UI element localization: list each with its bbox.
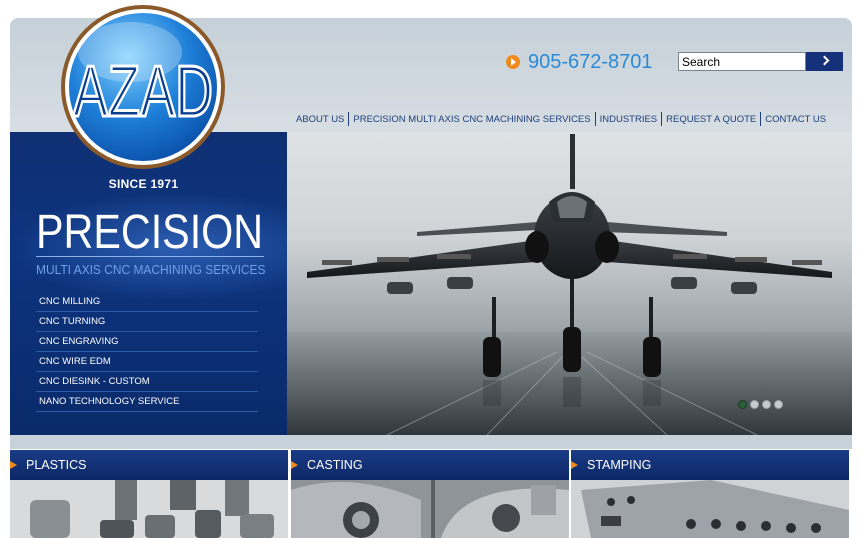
fighter-jet-image — [287, 134, 852, 435]
phone-arrow-icon — [506, 55, 520, 69]
nav-about-us[interactable]: ABOUT US — [296, 114, 348, 125]
stamping-image[interactable] — [571, 480, 849, 538]
category-plastics[interactable]: PLASTICS — [10, 450, 288, 538]
service-link-cnc-wire-edm[interactable]: CNC WIRE EDM — [36, 352, 258, 372]
page: AZAD SINCE 1971 PRECISION MULTI AXIS CNC… — [0, 0, 860, 538]
casting-image[interactable] — [291, 480, 569, 538]
slider-dot-2[interactable] — [750, 400, 759, 409]
category-casting[interactable]: CASTING — [291, 450, 569, 538]
category-label: STAMPING — [587, 458, 652, 472]
plastics-image[interactable] — [10, 480, 288, 538]
slider-dot-1[interactable] — [738, 400, 747, 409]
category-header[interactable]: PLASTICS — [10, 450, 288, 480]
service-link-cnc-turning[interactable]: CNC TURNING — [36, 312, 258, 332]
service-link-cnc-engraving[interactable]: CNC ENGRAVING — [36, 332, 258, 352]
precision-subtitle: MULTI AXIS CNC MACHINING SERVICES — [36, 262, 266, 277]
logo-text: AZAD — [73, 52, 213, 132]
main-nav: ABOUT US PRECISION MULTI AXIS CNC MACHIN… — [296, 111, 830, 127]
nav-request-quote[interactable]: REQUEST A QUOTE — [662, 114, 760, 125]
category-header[interactable]: CASTING — [291, 450, 569, 480]
category-header[interactable]: STAMPING — [571, 450, 849, 480]
service-link-nano-technology[interactable]: NANO TECHNOLOGY SERVICE — [36, 392, 258, 412]
precision-title: PRECISION — [36, 206, 264, 259]
orange-arrow-icon — [571, 461, 578, 469]
slider-dot-4[interactable] — [774, 400, 783, 409]
orange-arrow-icon — [291, 461, 298, 469]
since-label: SINCE 1971 — [108, 177, 179, 191]
nav-precision-services[interactable]: PRECISION MULTI AXIS CNC MACHINING SERVI… — [349, 114, 594, 125]
azad-logo[interactable]: AZAD — [60, 4, 226, 170]
phone-number[interactable]: 905-672-8701 — [528, 51, 653, 74]
hero-slide[interactable] — [287, 132, 852, 435]
search-input[interactable] — [678, 52, 806, 71]
service-link-cnc-milling[interactable]: CNC MILLING — [36, 292, 258, 312]
search-submit-button[interactable] — [806, 52, 843, 71]
hero-bottom-band — [10, 435, 852, 449]
category-stamping[interactable]: STAMPING — [571, 450, 849, 538]
orange-arrow-icon — [10, 461, 17, 469]
slider-dots — [738, 400, 783, 409]
category-label: CASTING — [307, 458, 363, 472]
nav-industries[interactable]: INDUSTRIES — [596, 114, 662, 125]
category-label: PLASTICS — [26, 458, 87, 472]
slider-dot-3[interactable] — [762, 400, 771, 409]
service-link-cnc-diesink[interactable]: CNC DIESINK - CUSTOM — [36, 372, 258, 392]
title-rule — [36, 256, 264, 257]
nav-contact-us[interactable]: CONTACT US — [761, 114, 830, 125]
services-list: CNC MILLING CNC TURNING CNC ENGRAVING CN… — [36, 292, 258, 412]
